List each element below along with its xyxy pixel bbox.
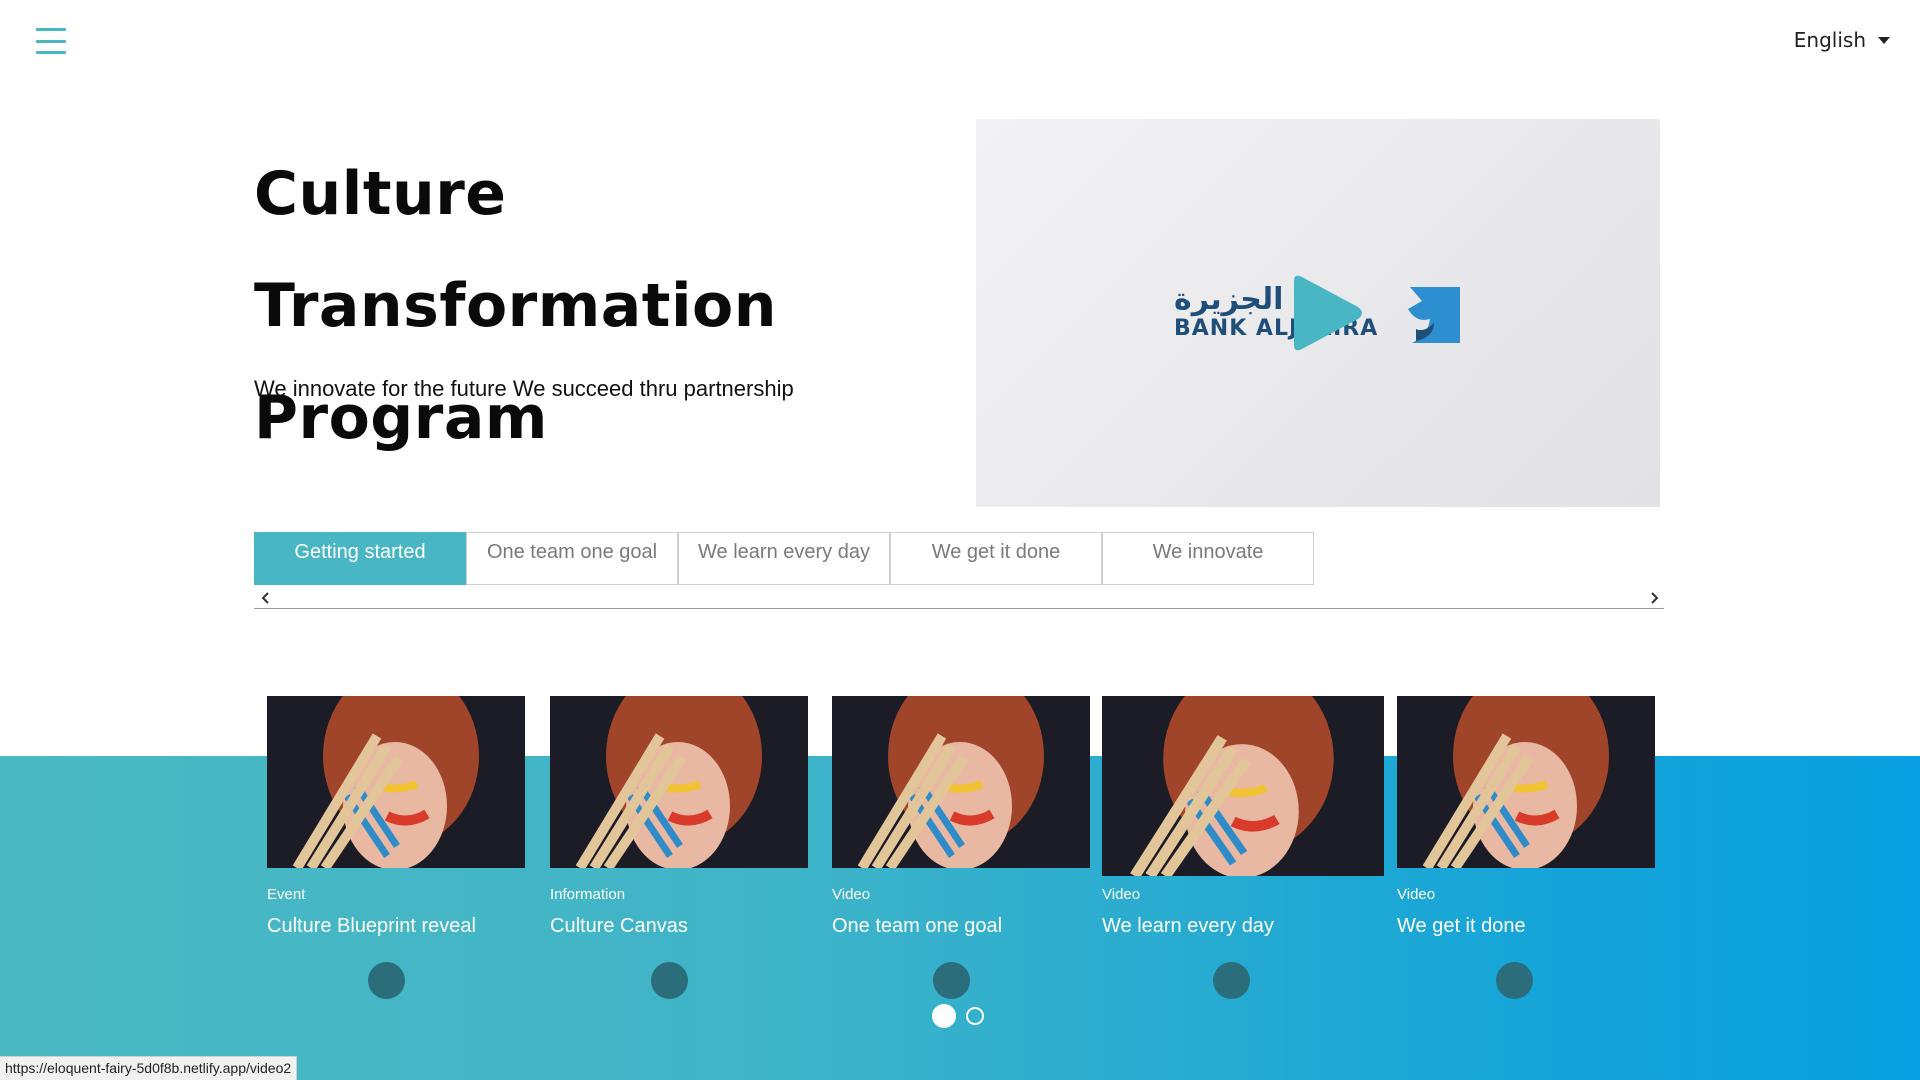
- card[interactable]: Event Culture Blueprint reveal: [267, 696, 525, 999]
- card-type: Video: [1397, 886, 1436, 903]
- card-play-button[interactable]: [368, 962, 405, 999]
- carousel-pagination: [932, 1004, 984, 1028]
- hamburger-menu-icon[interactable]: [36, 26, 66, 56]
- card-title: We get it done: [1397, 915, 1526, 937]
- card-thumbnail: [1397, 696, 1655, 868]
- language-label: English: [1793, 28, 1866, 52]
- tab-we-get-it-done[interactable]: We get it done: [890, 532, 1102, 585]
- card-play-button[interactable]: [651, 962, 688, 999]
- page: English Culture Transformation Program W…: [0, 0, 1920, 1080]
- card-title: Culture Blueprint reveal: [267, 915, 476, 937]
- card-play-button[interactable]: [933, 962, 970, 999]
- tab-one-team-one-goal[interactable]: One team one goal: [466, 532, 678, 585]
- card-thumbnail: [550, 696, 808, 868]
- card-thumbnail: [832, 696, 1090, 868]
- card-thumbnail: [1102, 696, 1384, 876]
- play-icon[interactable]: [1286, 273, 1366, 353]
- pagination-dot[interactable]: [966, 1007, 984, 1025]
- video-player[interactable]: BANK ALJAZIRA بنك الجزيرة: [976, 119, 1660, 507]
- card-type: Video: [832, 886, 871, 903]
- card-title: We learn every day: [1102, 915, 1274, 937]
- pagination-dot-active[interactable]: [932, 1004, 956, 1028]
- card-type: Information: [550, 886, 626, 903]
- card[interactable]: Video One team one goal: [832, 696, 1090, 999]
- tab-we-innovate[interactable]: We innovate: [1102, 532, 1314, 585]
- card-type: Event: [267, 886, 306, 903]
- card-title: Culture Canvas: [550, 915, 688, 937]
- card-play-button[interactable]: [1213, 962, 1250, 999]
- chevron-left-icon[interactable]: [258, 590, 274, 606]
- language-selector[interactable]: English: [1794, 28, 1890, 52]
- caret-down-icon: [1878, 36, 1890, 44]
- status-url: https://eloquent-fairy-5d0f8b.netlify.ap…: [0, 1056, 298, 1080]
- page-title: Culture Transformation Program: [254, 159, 777, 453]
- tab-we-learn-every-day[interactable]: We learn every day: [678, 532, 890, 585]
- tab-getting-started[interactable]: Getting started: [254, 532, 466, 585]
- card-play-button[interactable]: [1496, 962, 1533, 999]
- card[interactable]: Video We learn every day: [1102, 696, 1384, 999]
- card[interactable]: Video We get it done: [1397, 696, 1655, 999]
- chevron-right-icon[interactable]: [1646, 590, 1662, 606]
- tab-divider: [254, 608, 1664, 609]
- tab-bar: Getting started One team one goal We lea…: [254, 532, 1314, 585]
- card-thumbnail: [267, 696, 525, 868]
- card-title: One team one goal: [832, 915, 1003, 937]
- card-type: Video: [1102, 886, 1141, 903]
- card[interactable]: Information Culture Canvas: [550, 696, 808, 999]
- page-subtitle: We innovate for the future We succeed th…: [254, 376, 794, 401]
